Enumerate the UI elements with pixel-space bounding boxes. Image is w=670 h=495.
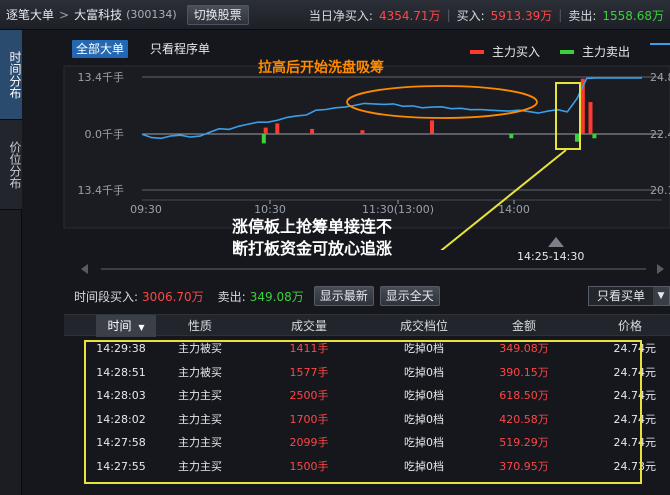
cell-price: 24.74元: [613, 389, 657, 402]
x-tick-1030: 10:30: [254, 203, 286, 216]
cell-volume: 1700手: [289, 412, 329, 426]
cell-time: 14:28:03: [96, 389, 146, 402]
left-tick-bottom: 13.4千手: [78, 183, 125, 197]
intraday-chart: 13.4千手 0.0千手 13.4千手 24.8 22.4 20.1 09:30…: [63, 65, 670, 250]
cell-amount: 349.08万: [499, 342, 549, 355]
annotation-middle-1: 涨停板上抢筹单接连不: [232, 217, 393, 236]
table-row[interactable]: 14:28:03 主力主买 2500手 吃掉0档 618.50万 24.74元: [64, 384, 670, 408]
left-tick-top: 13.4千手: [78, 70, 125, 84]
cell-volume: 1411手: [289, 342, 329, 355]
period-buy-value: 3006.70万: [142, 289, 204, 304]
scroll-track-line: [101, 268, 646, 270]
cell-time: 14:29:38: [96, 342, 146, 355]
cell-price: 24.73元: [613, 459, 657, 473]
right-tick-bottom: 20.1: [650, 184, 670, 197]
cell-amount: 390.15万: [499, 365, 549, 379]
cell-time: 14:28:02: [96, 412, 146, 426]
x-tick-1400: 14:00: [498, 203, 530, 216]
sell-bar: [592, 134, 597, 139]
sort-desc-icon: ▼: [138, 323, 145, 332]
table-row[interactable]: 14:28:51 主力被买 1577手 吃掉0档 390.15万 24.74元: [64, 361, 670, 385]
x-tick-0930: 09:30: [130, 203, 162, 216]
left-tick-zero: 0.0千手: [85, 127, 125, 141]
col-time[interactable]: 时间 ▼: [96, 315, 156, 337]
cell-amount: 519.29万: [499, 436, 549, 449]
time-scrollbar[interactable]: [75, 262, 670, 276]
cell-time: 14:27:58: [96, 436, 146, 449]
period-summary: 时间段买入: 3006.70万 卖出: 349.08万 显示最新 显示全天: [74, 285, 440, 307]
buy-bar: [310, 128, 315, 134]
period-sell-value: 349.08万: [249, 289, 304, 304]
col-type[interactable]: 性质: [164, 315, 236, 337]
cell-price: 24.74元: [613, 412, 657, 426]
cell-price: 24.74元: [613, 342, 657, 355]
table-row[interactable]: 14:27:58 主力主买 2099手 吃掉0档 519.29万 24.74元: [64, 431, 670, 455]
order-filter-value: 只看买单: [597, 289, 646, 303]
sell-bar: [261, 134, 266, 144]
cell-volume: 2500手: [289, 389, 329, 402]
cell-price: 24.74元: [613, 365, 657, 379]
cell-level: 吃掉0档: [404, 342, 444, 355]
cell-type: 主力主买: [178, 436, 222, 449]
scroll-right-arrow[interactable]: [657, 264, 664, 274]
cell-level: 吃掉0档: [404, 389, 444, 402]
cell-time: 14:27:55: [96, 459, 146, 473]
col-level[interactable]: 成交档位: [384, 315, 464, 337]
scroll-thumb[interactable]: [546, 236, 566, 248]
col-volume[interactable]: 成交量: [274, 315, 344, 337]
cell-volume: 1500手: [289, 459, 329, 473]
buy-bar: [360, 130, 365, 134]
cell-amount: 420.58万: [499, 412, 549, 426]
show-all-day-button[interactable]: 显示全天: [379, 286, 440, 306]
right-tick-top: 24.8: [650, 71, 670, 84]
buy-bar: [263, 127, 268, 134]
cell-time: 14:28:51: [96, 365, 146, 379]
cell-level: 吃掉0档: [404, 365, 444, 379]
cell-price: 24.74元: [613, 436, 657, 449]
cell-level: 吃掉0档: [404, 436, 444, 449]
table-header: 时间 ▼ 性质 成交量 成交档位 金额 价格: [64, 314, 670, 337]
cell-amount: 370.95万: [499, 459, 549, 473]
col-price[interactable]: 价格: [584, 315, 656, 337]
cell-level: 吃掉0档: [404, 412, 444, 426]
period-sell-label: 卖出:: [217, 289, 246, 304]
table-row[interactable]: 14:29:38 主力被买 1411手 吃掉0档 349.08万 24.74元: [64, 337, 670, 361]
annotation-top: 拉高后开始洗盘吸筹: [258, 60, 384, 76]
cell-volume: 2099手: [289, 436, 329, 449]
period-buy-label: 时间段买入:: [74, 289, 139, 304]
cell-amount: 618.50万: [499, 389, 549, 402]
col-time-label: 时间: [107, 319, 132, 333]
table-row[interactable]: 14:27:55 主力主买 1500手 吃掉0档 370.95万 24.73元: [64, 455, 670, 479]
order-filter-select[interactable]: 只看买单 ▼: [588, 286, 670, 306]
chevron-down-icon[interactable]: ▼: [653, 287, 669, 305]
cell-type: 主力被买: [178, 365, 222, 379]
sell-bar: [575, 134, 579, 142]
cell-type: 主力主买: [178, 459, 222, 473]
right-tick-mid: 22.4: [650, 128, 670, 141]
buy-bar: [588, 102, 593, 134]
buy-bar: [275, 123, 280, 134]
cell-type: 主力主买: [178, 389, 222, 402]
show-latest-button[interactable]: 显示最新: [313, 286, 374, 306]
scroll-thumb-icon[interactable]: [548, 237, 564, 247]
cell-volume: 1577手: [289, 365, 329, 379]
sell-bar: [509, 134, 514, 139]
cell-level: 吃掉0档: [404, 459, 444, 473]
x-tick-1130: 11:30(13:00): [362, 203, 434, 216]
buy-bar: [430, 120, 434, 134]
table-row[interactable]: 14:28:02 主力主买 1700手 吃掉0档 420.58万 24.74元: [64, 408, 670, 432]
scroll-range-label: 14:25-14:30: [517, 250, 585, 263]
trade-table-body: 14:29:38 主力被买 1411手 吃掉0档 349.08万 24.74元 14:28:…: [64, 337, 670, 478]
cell-type: 主力主买: [178, 412, 222, 426]
scroll-left-arrow[interactable]: [81, 264, 88, 274]
annotation-middle-2: 断打板资金可放心追涨: [232, 239, 393, 258]
cell-type: 主力被买: [178, 342, 222, 355]
col-amount[interactable]: 金额: [489, 315, 559, 337]
